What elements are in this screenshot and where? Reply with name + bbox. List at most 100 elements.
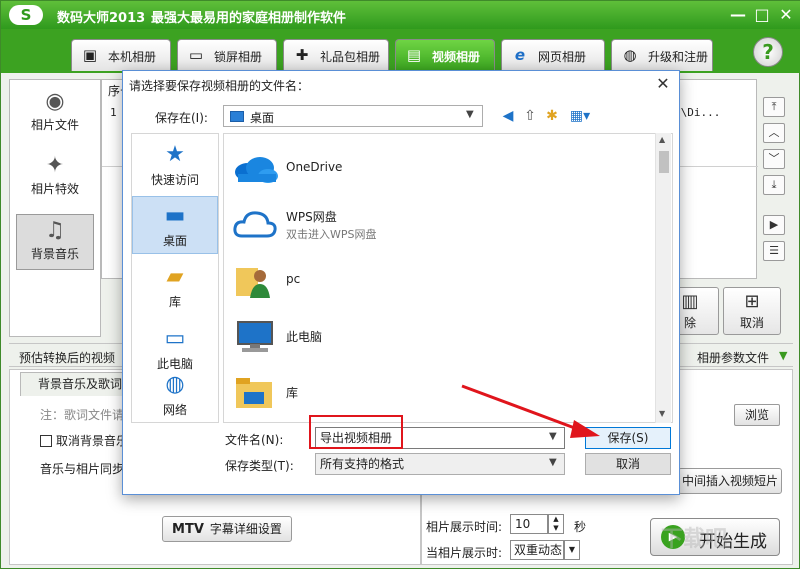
person-frame-icon: ▣ [82, 46, 98, 64]
title-bar: S 数码大师2013 最强大最易用的家庭相册制作软件 — □ ✕ [1, 1, 800, 29]
scroll-up-icon[interactable]: ▲ [659, 135, 665, 144]
estimate-text: 预估转换后的视频 [19, 351, 116, 365]
list-row-path: )\Di... [674, 106, 721, 119]
tab-local-album[interactable]: ▣ 本机相册 [71, 39, 171, 71]
save-in-select[interactable]: 桌面 ▼ [223, 105, 483, 127]
sync-label: 音乐与相片同步 [40, 462, 125, 476]
chevron-down-icon: ▼ [466, 109, 474, 120]
move-up-button[interactable]: ︿ [763, 123, 785, 143]
place-quick-access[interactable]: ★ 快速访问 [132, 136, 218, 194]
back-arrow-icon[interactable]: ◀ [499, 107, 517, 125]
dialog-close-button[interactable]: ✕ [649, 73, 677, 95]
place-desktop[interactable]: ▬ 桌面 [132, 196, 218, 254]
place-library[interactable]: ▰ 库 [132, 258, 218, 316]
details-button[interactable]: ☰ [763, 241, 785, 261]
app-slogan: 最强大最易用的家庭相册制作软件 [151, 11, 347, 26]
desktop-icon [230, 111, 244, 122]
sidebar-item-photo-effects[interactable]: ✦ 相片特效 [16, 150, 94, 206]
sparkle-icon: ✦ [45, 153, 65, 178]
cancel-button[interactable]: 取消 [585, 453, 671, 475]
chevron-down-icon: ▼ [779, 349, 788, 362]
library-folder-icon [236, 378, 272, 408]
chevron-down-icon[interactable]: ▼ [549, 431, 557, 442]
app-logo: S [9, 5, 43, 25]
chevron-down-icon[interactable]: ▼ [564, 540, 580, 560]
save-button[interactable]: 保存(S) [585, 427, 671, 449]
checkbox-box[interactable] [40, 435, 52, 447]
maximize-button[interactable]: □ [751, 5, 773, 25]
move-top-button[interactable]: ⤒ [763, 97, 785, 117]
filename-highlight-box [309, 415, 403, 449]
file-list[interactable]: OneDrive WPS网盘 双击进入WPS网盘 pc 此电脑 库 [223, 133, 673, 423]
view-menu-icon[interactable]: ▦▾ [567, 107, 593, 125]
user-folder-icon [236, 268, 270, 298]
new-folder-icon[interactable]: ✱ [543, 107, 561, 125]
ie-icon: e [514, 46, 526, 64]
list-item[interactable]: WPS网盘 双击进入WPS网盘 [228, 198, 648, 250]
app-title: 数码大师2013 [57, 11, 146, 26]
save-file-dialog: 请选择要保存视频相册的文件名： ✕ 保存在(I): 桌面 ▼ ◀ ⇧ ✱ ▦▾ … [122, 70, 680, 495]
tab-lockscreen-album[interactable]: ▭ 锁屏相册 [177, 39, 277, 71]
photo-effect-label: 当相片展示时: [426, 546, 503, 560]
sidebar-item-photo-files[interactable]: ◉ 相片文件 [16, 86, 94, 142]
cancel-bg-music-label: 取消背景音乐 [56, 434, 129, 448]
scroll-down-icon[interactable]: ▼ [659, 409, 665, 418]
list-item[interactable]: OneDrive [228, 142, 648, 194]
sidebar: ◉ 相片文件 ✦ 相片特效 ♫ 背景音乐 [9, 79, 101, 337]
tab-video-album[interactable]: ▤ 视频相册 [395, 39, 495, 71]
chevron-down-icon[interactable]: ▼ [549, 457, 557, 468]
file-name: pc [286, 272, 301, 286]
file-list-scrollbar[interactable]: ▲ ▼ [655, 133, 671, 423]
insert-video-clip-button[interactable]: 中间插入视频短片 [678, 468, 782, 494]
mtv-subtitle-settings-button[interactable]: MTV 字幕详细设置 [162, 516, 292, 542]
up-folder-icon[interactable]: ⇧ [521, 107, 539, 125]
save-in-value: 桌面 [250, 111, 275, 125]
file-subtitle: 双击进入WPS网盘 [286, 228, 377, 241]
wps-cloud-icon [233, 211, 277, 238]
move-down-button[interactable]: ﹀ [763, 149, 785, 169]
file-name: OneDrive [286, 160, 343, 174]
computer-icon [237, 321, 273, 352]
list-item[interactable]: pc [228, 254, 648, 306]
close-button[interactable]: ✕ [775, 5, 797, 25]
camera-icon: ◉ [45, 89, 65, 114]
list-item[interactable]: 库 [228, 366, 648, 418]
file-name: WPS网盘 [286, 210, 337, 224]
film-icon: ▤ [406, 46, 422, 64]
photo-time-label: 相片展示时间: [426, 520, 503, 534]
list-item[interactable]: 此电脑 [228, 310, 648, 362]
tab-upgrade-register[interactable]: ◍ 升级和注册 [611, 39, 713, 71]
cancel-bg-music-checkbox[interactable]: 取消背景音乐 [40, 432, 128, 449]
tab-web-album[interactable]: e 网页相册 [501, 39, 605, 71]
file-name: 库 [286, 386, 299, 400]
photo-effect-select[interactable]: 双重动态 [510, 540, 564, 560]
minimize-button[interactable]: — [727, 5, 749, 25]
tab-gift-album[interactable]: ✚ 礼品包相册 [283, 39, 389, 71]
file-name: 此电脑 [286, 330, 323, 344]
help-button[interactable]: ? [753, 37, 783, 67]
lyric-hint: 注：歌词文件请 [40, 408, 125, 422]
watermark: 下载吧 [661, 527, 728, 552]
filename-label: 文件名(N): [225, 433, 284, 447]
scroll-thumb[interactable] [659, 151, 669, 173]
globe-icon: ◍ [623, 46, 637, 64]
mtv-prefix: MTV [172, 522, 204, 537]
photo-time-stepper[interactable]: ▲ ▼ [548, 514, 564, 534]
grid-icon: ⊞ [744, 291, 760, 312]
sidebar-item-background-music[interactable]: ♫ 背景音乐 [16, 214, 94, 270]
photo-time-unit: 秒 [574, 520, 587, 534]
browse-button[interactable]: 浏览 [734, 404, 780, 426]
cancel-all-button[interactable]: ⊞ 取消 [723, 287, 781, 335]
filetype-select[interactable]: 所有支持的格式 [315, 453, 565, 475]
desktop-icon: ▬ [164, 203, 186, 228]
photo-time-input[interactable]: 10 [510, 514, 548, 534]
move-bottom-button[interactable]: ⤓ [763, 175, 785, 195]
param-file-menu[interactable]: 相册参数文件 [697, 349, 769, 366]
filetype-label: 保存类型(T): [225, 459, 294, 473]
mtv-label: 字幕详细设置 [209, 522, 282, 536]
play-button[interactable]: ▶ [763, 215, 785, 235]
network-icon: ◍ [165, 372, 185, 397]
star-icon: ★ [165, 142, 185, 167]
gift-icon: ✚ [295, 46, 309, 64]
place-network[interactable]: ◍ 网络 [132, 366, 218, 422]
